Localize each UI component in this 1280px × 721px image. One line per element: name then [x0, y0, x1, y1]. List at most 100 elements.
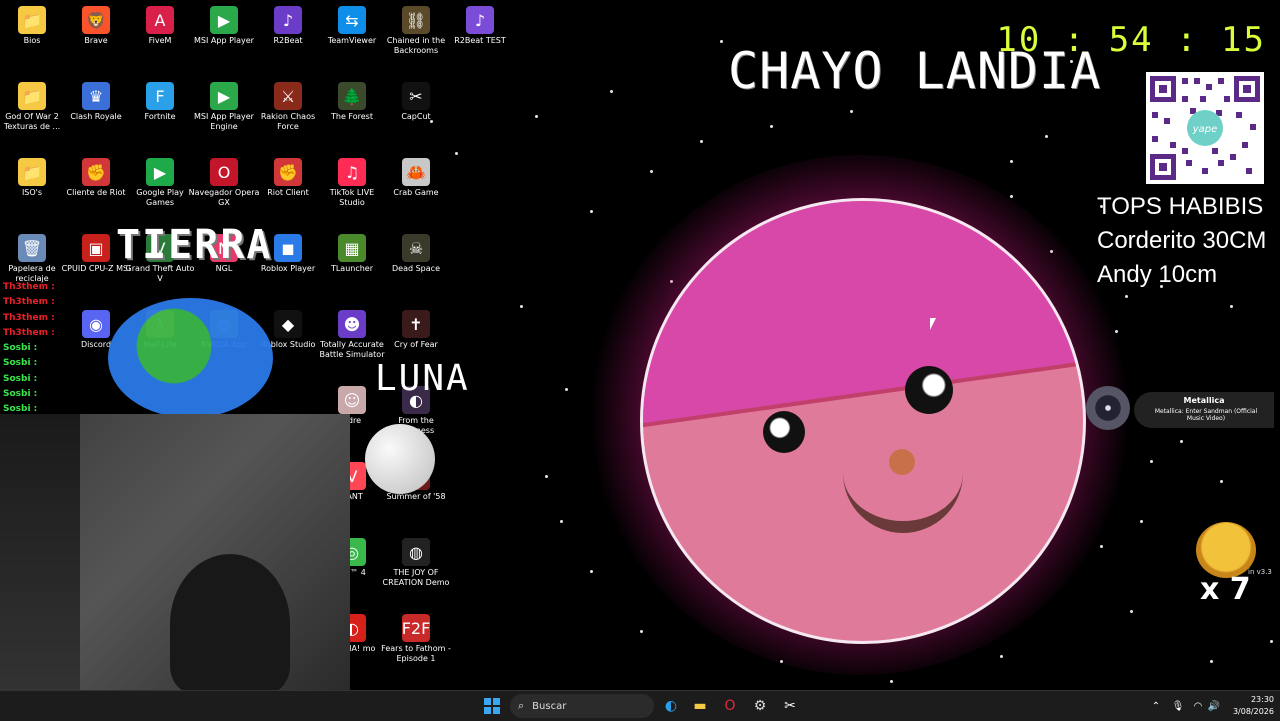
desktop-icon[interactable]: ▶ MSI App Player Engine — [188, 78, 260, 132]
planet-face — [640, 198, 1086, 644]
desktop-icon[interactable]: 📁 Bios — [0, 2, 68, 46]
desktop-icon[interactable]: ▶ MSI App Player — [188, 2, 260, 46]
desktop-icon[interactable]: ♪ R2Beat TEST — [444, 2, 516, 46]
star — [640, 630, 643, 633]
app-icon: ▦ — [338, 234, 366, 262]
app-icon: ✂ — [402, 82, 430, 110]
planet-eye-left — [763, 411, 805, 453]
desktop-icon-label: Fortnite — [144, 112, 176, 121]
opera-gx-icon[interactable]: O — [720, 694, 740, 718]
chat-overlay: Th3them : Th3them : Th3them : Th3them : Sosb… — [3, 280, 63, 418]
desktop-icon-label: Navegador Opera GX — [188, 188, 260, 207]
taskbar-time: 23:30 — [1250, 695, 1274, 704]
mic-icon[interactable]: 🎙 — [1172, 694, 1185, 718]
music-title: Metallica: Enter Sandman (Official Music… — [1154, 408, 1258, 422]
app-icon-gear[interactable]: ⚙ — [750, 694, 770, 718]
chevron-up-icon[interactable]: ⌃ — [1150, 694, 1162, 718]
desktop-icon[interactable]: ✂ CapCut — [380, 78, 452, 122]
desktop-icon-label: TikTok LIVE Studio — [329, 188, 375, 207]
app-icon: ▶ — [146, 158, 174, 186]
star — [565, 388, 568, 391]
app-icon: ⚔ — [274, 82, 302, 110]
desktop-icon[interactable]: 🦁 Brave — [60, 2, 132, 46]
desktop-icon[interactable]: 🦀 Crab Game — [380, 154, 452, 198]
chat-line: Th3them : — [3, 282, 55, 292]
desktop-icon[interactable]: ♛ Clash Royale — [60, 78, 132, 122]
desktop-icon[interactable]: ⇆ TeamViewer — [316, 2, 388, 46]
desktop-icon[interactable]: ✝ Cry of Fear — [380, 306, 452, 350]
star — [1210, 660, 1213, 663]
desktop-icon[interactable]: ♪ R2Beat — [252, 2, 324, 46]
desktop-icon[interactable]: 🗑 Papelera de reciclaje — [0, 230, 68, 284]
star — [1125, 295, 1128, 298]
chat-line: Sosbi : — [3, 373, 38, 384]
desktop-icon[interactable]: F Fortnite — [124, 78, 196, 122]
qr-code-graphic: yape — [1150, 76, 1260, 180]
desktop-icon-label: CapCut — [401, 112, 431, 121]
star — [1100, 545, 1103, 548]
desktop-icon-label: FiveM — [148, 36, 172, 45]
desktop-icon[interactable]: F2F Fears to Fathom - Episode 1 — [380, 610, 452, 664]
desktop-icon[interactable]: ⚔ Rakion Chaos Force — [252, 78, 324, 132]
desktop-icon[interactable]: ♫ TikTok LIVE Studio — [316, 154, 388, 208]
desktop-icon[interactable]: ✊ Riot Client — [252, 154, 324, 198]
star — [1140, 520, 1143, 523]
app-icon: ◍ — [402, 538, 430, 566]
app-icon: ♪ — [274, 6, 302, 34]
app-icon: F — [146, 82, 174, 110]
desktop-icon-label: TeamViewer — [327, 36, 377, 45]
chat-line: Th3them : — [3, 312, 55, 323]
wifi-icon[interactable]: ◠ — [1192, 694, 1204, 718]
desktop-icon[interactable]: ▦ TLauncher — [316, 230, 388, 274]
desktop-icon[interactable]: ⛓ Chained in the Backrooms — [380, 2, 452, 56]
star — [650, 170, 653, 173]
desktop-icon[interactable]: ☠ Dead Space — [380, 230, 452, 274]
desktop-icon[interactable]: 📁 ISO's — [0, 154, 68, 198]
desktop-icon-label: Riot Client — [267, 188, 309, 197]
desktop-icon-label: Rakion Chaos Force — [260, 112, 316, 131]
chat-line: Sosbi : — [3, 358, 38, 369]
desktop-icon-label: MSI App Player Engine — [194, 112, 254, 131]
webcam-tree — [0, 414, 80, 694]
taskbar-search[interactable]: ⌕ Buscar — [510, 694, 654, 718]
desktop-icon-label: R2Beat TEST — [454, 36, 506, 45]
desktop-icon-label: MSI App Player — [194, 36, 254, 45]
star — [770, 125, 773, 128]
desktop-icon-label: The Forest — [331, 112, 373, 121]
desktop-icon[interactable]: 📁 God Of War 2 Texturas de ... — [0, 78, 68, 132]
desktop-icon[interactable]: ✊ Cliente de Riot — [60, 154, 132, 198]
app-icon: ✝ — [402, 310, 430, 338]
speaker-icon[interactable]: 🔊 — [1208, 694, 1220, 718]
desktop-icon-label: Cliente de Riot — [66, 188, 126, 197]
star — [890, 680, 893, 683]
star — [1000, 655, 1003, 658]
desktop-icon[interactable]: ▶ Google Play Games — [124, 154, 196, 208]
desktop-icon-label: Crab Game — [393, 188, 439, 197]
desktop-icon-label: THE JOY OF CREATION Demo — [382, 568, 450, 587]
qr-brand-text: yape — [1192, 124, 1218, 135]
capcut-icon[interactable]: ✂ — [780, 694, 800, 718]
app-icon: ◆ — [274, 310, 302, 338]
desktop-icon[interactable]: 🌲 The Forest — [316, 78, 388, 122]
star — [590, 210, 593, 213]
desktop-icon[interactable]: O Navegador Opera GX — [188, 154, 260, 208]
edge-browser-icon[interactable]: ◐ — [662, 694, 680, 718]
app-icon: 📁 — [18, 82, 46, 110]
desktop-icon[interactable]: ◍ THE JOY OF CREATION Demo — [380, 534, 452, 588]
tops-line-2: Andy 10cm — [1097, 261, 1218, 288]
desktop-icon[interactable]: ☻ Totally Accurate Battle Simulator — [316, 306, 388, 360]
music-artist: Metallica — [1183, 396, 1225, 405]
desktop-icon-label: R2Beat — [273, 36, 303, 45]
planet-eye-right — [905, 366, 953, 414]
app-icon: ♛ — [82, 82, 110, 110]
desktop-icon-label: Chained in the Backrooms — [386, 36, 446, 55]
desktop-icon-label: Totally Accurate Battle Simulator — [319, 340, 385, 359]
start-button[interactable] — [481, 694, 503, 718]
app-icon: ◉ — [82, 310, 110, 338]
windows-logo-icon — [484, 698, 500, 714]
chat-line: Th3them : — [3, 297, 55, 308]
taskbar-clock[interactable]: 23:30 3/08/2026 — [1224, 694, 1274, 718]
desktop-icon[interactable]: A FiveM — [124, 2, 196, 46]
file-explorer-icon[interactable]: ▬ — [690, 694, 710, 718]
desktop-icon-label: Summer of '58 — [386, 492, 446, 501]
